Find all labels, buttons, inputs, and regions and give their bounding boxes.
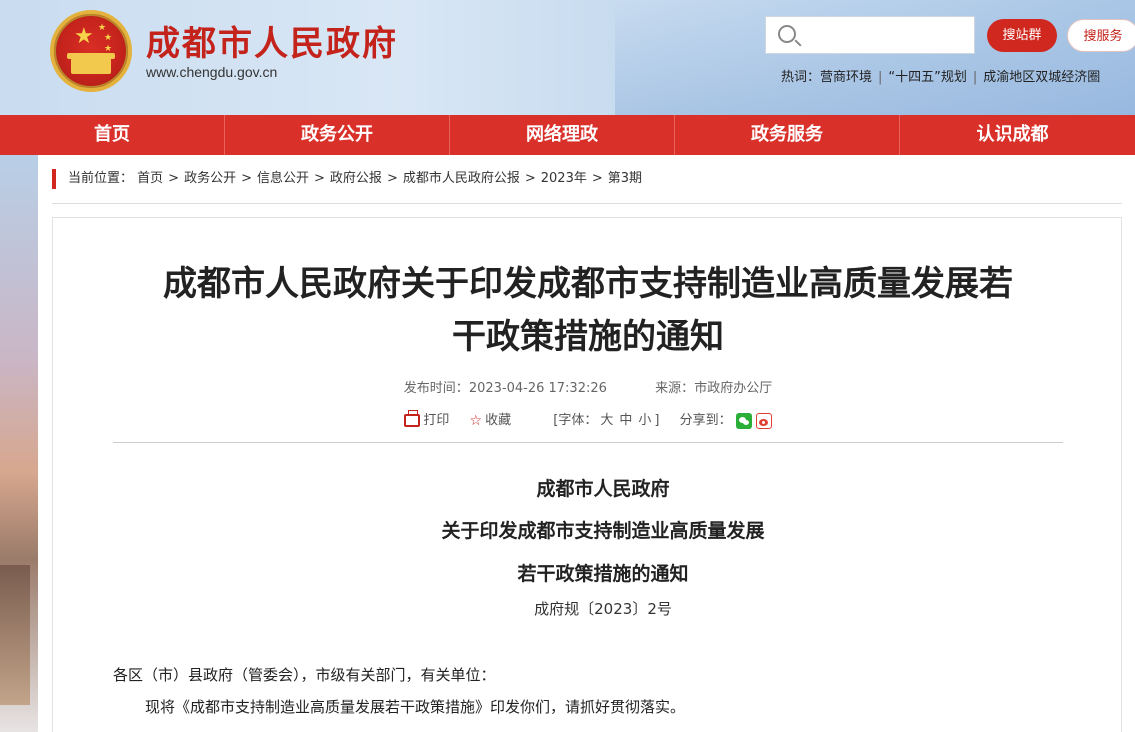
doc-body-line: 现将《成都市支持制造业高质量发展若干政策措施》印发你们，请抓好贯彻落实。 <box>145 698 686 716</box>
article-panel: 成都市人民政府关于印发成都市支持制造业高质量发展若干政策措施的通知 发布时间：2… <box>52 217 1122 732</box>
printer-icon <box>404 410 421 428</box>
hot-word-link[interactable]: “十四五”规划 <box>888 70 966 85</box>
font-size-label: [字体： <box>553 413 598 429</box>
font-large-button[interactable]: 大 <box>600 413 613 428</box>
side-background-image <box>0 155 38 732</box>
breadcrumb-separator: > <box>314 171 325 186</box>
doc-issuer: 成都市人民政府 <box>536 478 670 500</box>
font-size-control: [字体：大中小] <box>553 409 659 428</box>
search-site-button[interactable]: 搜站群 <box>987 19 1057 52</box>
breadcrumb: 当前位置： 首页 > 政务公开 > 信息公开 > 政府公报 > 成都市人民政府公报 >2023年 >… <box>52 169 642 189</box>
hot-word-link[interactable]: 成渝地区双城经济圈 <box>983 70 1100 85</box>
hot-word-link[interactable]: 营商环境 <box>820 70 872 85</box>
breadcrumb-item[interactable]: 政务公开 <box>184 171 236 186</box>
breadcrumb-separator: > <box>386 171 398 186</box>
hot-words-label: 热词： <box>781 70 821 85</box>
breadcrumb-item[interactable]: 政府公报 <box>330 171 382 186</box>
breadcrumb-separator: > <box>168 171 180 186</box>
search-input[interactable] <box>806 23 966 47</box>
star-icon: ☆ <box>469 412 483 429</box>
source: 市政府办公厅 <box>694 381 773 396</box>
hot-word-separator: | <box>972 70 978 85</box>
article-tools: 打印 ☆ 收藏 [字体：大中小] 分享到： <box>53 409 1123 429</box>
main-nav: 首页 政务公开 网络理政 政务服务 认识成都 <box>0 115 1135 155</box>
nav-item-about-chengdu[interactable]: 认识成都 <box>900 115 1125 155</box>
breadcrumb-item[interactable]: 2023年 <box>541 171 587 186</box>
share-group: 分享到： <box>680 409 772 429</box>
wechat-share-icon[interactable] <box>735 412 752 429</box>
breadcrumb-separator: > <box>524 171 536 186</box>
breadcrumb-item[interactable]: 成都市人民政府公报 <box>403 171 520 186</box>
breadcrumb-item[interactable]: 第3期 <box>608 171 642 186</box>
print-label: 打印 <box>423 413 450 429</box>
print-button[interactable]: 打印 <box>404 409 449 428</box>
hot-words: 热词：营商环境 | “十四五”规划 | 成渝地区双城经济圈 <box>781 66 1100 85</box>
nav-item-online-governance[interactable]: 网络理政 <box>450 115 675 155</box>
breadcrumb-separator: > <box>241 171 252 186</box>
breadcrumb-item[interactable]: 信息公开 <box>257 171 309 186</box>
site-header: ★ ★ ★ ★ ★ 成都市人民政府 www.chengdu.gov.cn 搜站群… <box>0 0 1135 115</box>
nav-item-gov-affairs[interactable]: 政务公开 <box>225 115 450 155</box>
font-medium-button[interactable]: 中 <box>619 413 632 428</box>
source-label: 来源： <box>655 381 695 396</box>
favorite-button[interactable]: ☆ 收藏 <box>470 409 512 429</box>
breadcrumb-divider <box>52 203 1122 204</box>
breadcrumb-item[interactable]: 首页 <box>137 171 163 186</box>
doc-title-line2: 若干政策措施的通知 <box>517 563 689 585</box>
search-icon[interactable] <box>778 25 796 43</box>
site-title[interactable]: 成都市人民政府 <box>146 16 398 65</box>
font-small-button[interactable]: 小 <box>638 413 651 428</box>
article-meta: 发布时间：2023-04-26 17:32:26 来源：市政府办公厅 <box>53 377 1123 396</box>
search-box[interactable] <box>765 16 975 54</box>
doc-number: 成府规〔2023〕2号 <box>534 600 672 618</box>
nav-item-home[interactable]: 首页 <box>0 115 225 155</box>
publish-time-label: 发布时间： <box>403 381 469 396</box>
national-emblem-icon: ★ ★ ★ ★ ★ <box>50 10 132 92</box>
article-divider <box>113 442 1063 443</box>
hot-word-separator: | <box>878 70 883 85</box>
breadcrumb-separator: > <box>591 171 603 186</box>
doc-title-line1: 关于印发成都市支持制造业高质量发展 <box>441 520 765 542</box>
doc-salutation: 各区（市）县政府（管委会），市级有关部门，有关单位： <box>113 666 496 684</box>
font-size-bracket: ] <box>654 413 660 429</box>
publish-time: 2023-04-26 17:32:26 <box>468 381 607 396</box>
site-domain: www.chengdu.gov.cn <box>146 64 278 80</box>
nav-item-gov-services[interactable]: 政务服务 <box>675 115 900 155</box>
search-service-button[interactable]: 搜服务 <box>1067 19 1135 52</box>
favorite-label: 收藏 <box>485 413 512 428</box>
breadcrumb-label: 当前位置： <box>68 171 134 186</box>
share-label: 分享到： <box>679 413 732 428</box>
article-title: 成都市人民政府关于印发成都市支持制造业高质量发展若干政策措施的通知 <box>163 264 1013 357</box>
weibo-share-icon[interactable] <box>755 412 772 429</box>
